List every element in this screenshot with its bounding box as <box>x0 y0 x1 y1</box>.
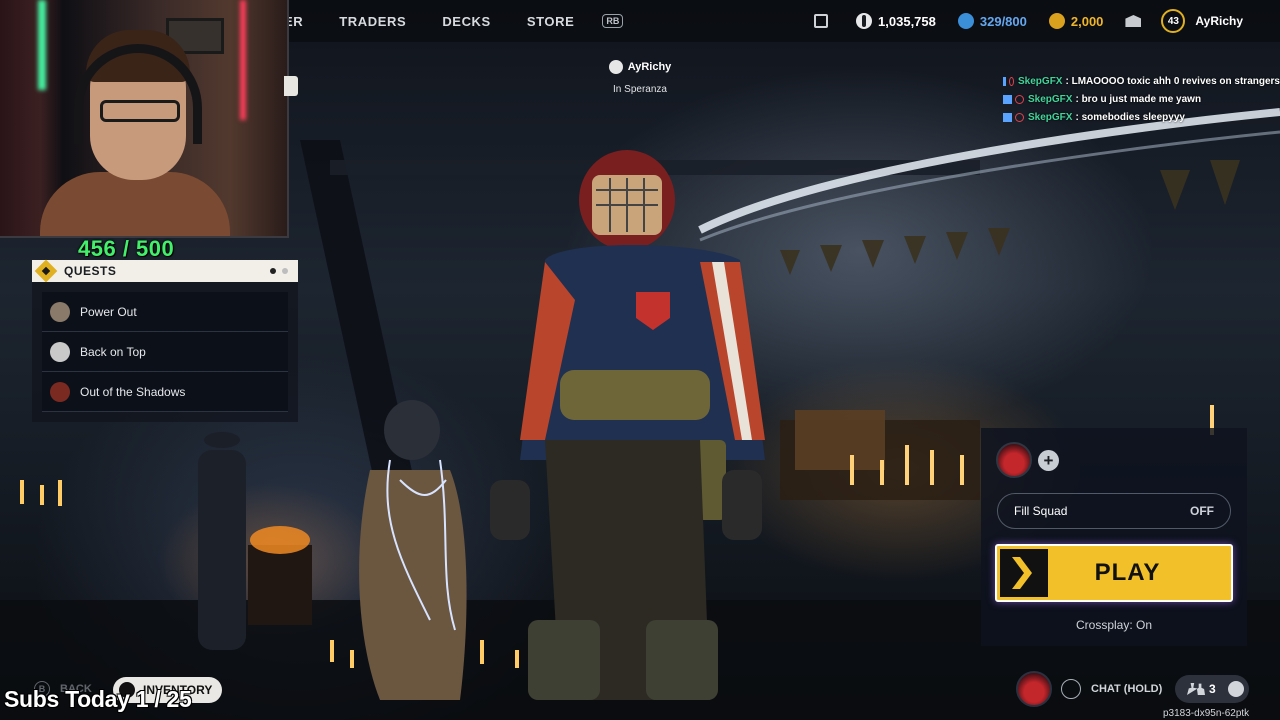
profile-username[interactable]: AyRichy <box>1195 14 1243 28</box>
chat-badge-icon <box>1015 94 1024 104</box>
crossplay-status: Crossplay: On <box>1075 618 1153 632</box>
quest-label: Back on Top <box>80 344 146 359</box>
player-level-badge: 43 <box>1161 9 1186 33</box>
fill-squad-label: Fill Squad <box>1014 504 1068 518</box>
chat-username: SkepGFX <box>1028 93 1073 105</box>
chat-label: CHAT (HOLD) <box>1091 683 1163 695</box>
collapsed-panel-tab[interactable] <box>284 76 298 96</box>
people-icon <box>1187 683 1205 695</box>
subs-today-overlay: Subs Today 1 / 25 <box>4 686 192 712</box>
player-location: In Speranza <box>613 84 667 95</box>
streamer-shirt <box>40 172 230 236</box>
play-label: PLAY <box>1094 559 1161 586</box>
quest-avatar-icon <box>50 381 70 402</box>
rb-bumper-hint: RB <box>602 14 624 28</box>
quest-label: Out of the Shadows <box>80 384 186 399</box>
gold-currency-value: 2,000 <box>1070 13 1104 29</box>
chat-message: SkepGFX: bro u just made me yawn <box>1003 90 1280 108</box>
gold-currency-icon <box>1048 13 1065 29</box>
blue-currency-display[interactable]: 329/800 <box>957 13 1027 29</box>
quests-title: QUESTS <box>64 264 117 278</box>
battlepass-icon[interactable] <box>814 14 829 28</box>
cod-points-icon <box>856 13 873 29</box>
quest-item-power-out[interactable]: Power Out <box>42 292 288 332</box>
party-count: 3 <box>1209 682 1216 696</box>
streamer-webcam <box>0 0 289 238</box>
invite-plus-icon[interactable]: + <box>1038 450 1059 471</box>
quest-avatar-icon <box>50 301 70 322</box>
chat-hold-button[interactable]: CHAT (HOLD) <box>1061 679 1162 699</box>
chat-badge-icon <box>1003 94 1012 104</box>
quest-page-dot-active <box>270 268 276 274</box>
gold-currency-display[interactable]: 2,000 <box>1048 13 1104 29</box>
neon-light-green <box>38 0 46 90</box>
chat-message: SkepGFX: somebodies sleepyyy <box>1003 108 1280 126</box>
play-panel: + Fill Squad OFF PLAY Crossplay: On <box>981 428 1247 646</box>
chat-text: : bro u just made me yawn <box>1075 93 1202 105</box>
fill-squad-toggle[interactable]: Fill Squad OFF <box>997 493 1231 529</box>
quest-item-out-of-the-shadows[interactable]: Out of the Shadows <box>42 372 288 412</box>
player-avatar-bottom[interactable] <box>1016 671 1052 707</box>
chat-username: SkepGFX <box>1028 111 1073 123</box>
cod-points-display[interactable]: 1,035,758 <box>856 13 936 29</box>
currency-bar: 1,035,758 329/800 2,000 43 AyRichy <box>814 0 1280 42</box>
neon-light-red <box>240 0 246 120</box>
session-id: p3183-dx95n-62ptk <box>1163 708 1250 719</box>
tab-store[interactable]: STORE <box>527 14 575 29</box>
stream-chat-overlay: SkepGFX: LMAOOOO toxic ahh 0 revives on … <box>1003 72 1280 126</box>
tab-decks[interactable]: DECKS <box>442 14 491 29</box>
chat-badge-icon <box>1009 76 1015 86</box>
blue-currency-icon <box>957 13 974 29</box>
chat-badge-icon <box>1003 76 1007 86</box>
battlepass-icon-group[interactable] <box>814 14 834 28</box>
main-nav-tabs: ER TRADERS DECKS STORE RB <box>284 0 624 42</box>
quest-avatar-icon <box>50 341 70 362</box>
fill-squad-value: OFF <box>1190 504 1214 518</box>
mail-icon[interactable] <box>1125 15 1142 27</box>
play-chevron-icon <box>1000 549 1048 597</box>
quest-item-back-on-top[interactable]: Back on Top <box>42 332 288 372</box>
chat-message: SkepGFX: LMAOOOO toxic ahh 0 revives on … <box>1003 72 1280 90</box>
party-members-button[interactable]: 3 <box>1175 675 1249 703</box>
glasses-icon <box>100 100 180 122</box>
quest-list: Power Out Back on Top Out of the Shadows <box>32 282 298 422</box>
party-menu-icon[interactable] <box>1227 681 1244 697</box>
menu-button-icon <box>1061 679 1081 699</box>
party-leader-crown-icon <box>608 59 623 74</box>
blue-currency-value: 329/800 <box>979 13 1027 29</box>
quest-label: Power Out <box>80 304 137 319</box>
play-button[interactable]: PLAY <box>995 544 1233 602</box>
sub-goal-counter: 456 / 500 <box>78 236 175 261</box>
player-name: AyRichy <box>627 60 672 73</box>
player-nameplate: AyRichy In Speranza <box>590 58 690 95</box>
chat-badge-icon <box>1003 112 1012 122</box>
quests-header[interactable]: QUESTS <box>32 259 298 283</box>
chat-username: SkepGFX <box>1018 75 1063 87</box>
tab-traders[interactable]: TRADERS <box>339 14 406 29</box>
cod-points-value: 1,035,758 <box>878 13 936 29</box>
chat-badge-icon <box>1015 112 1024 122</box>
chat-text: : somebodies sleepyyy <box>1075 111 1185 123</box>
chat-text: : LMAOOOO toxic ahh 0 revives on strange… <box>1065 75 1280 87</box>
quest-diamond-icon <box>34 259 58 283</box>
quest-page-dot <box>282 268 288 274</box>
party-member-avatar[interactable] <box>996 442 1032 478</box>
